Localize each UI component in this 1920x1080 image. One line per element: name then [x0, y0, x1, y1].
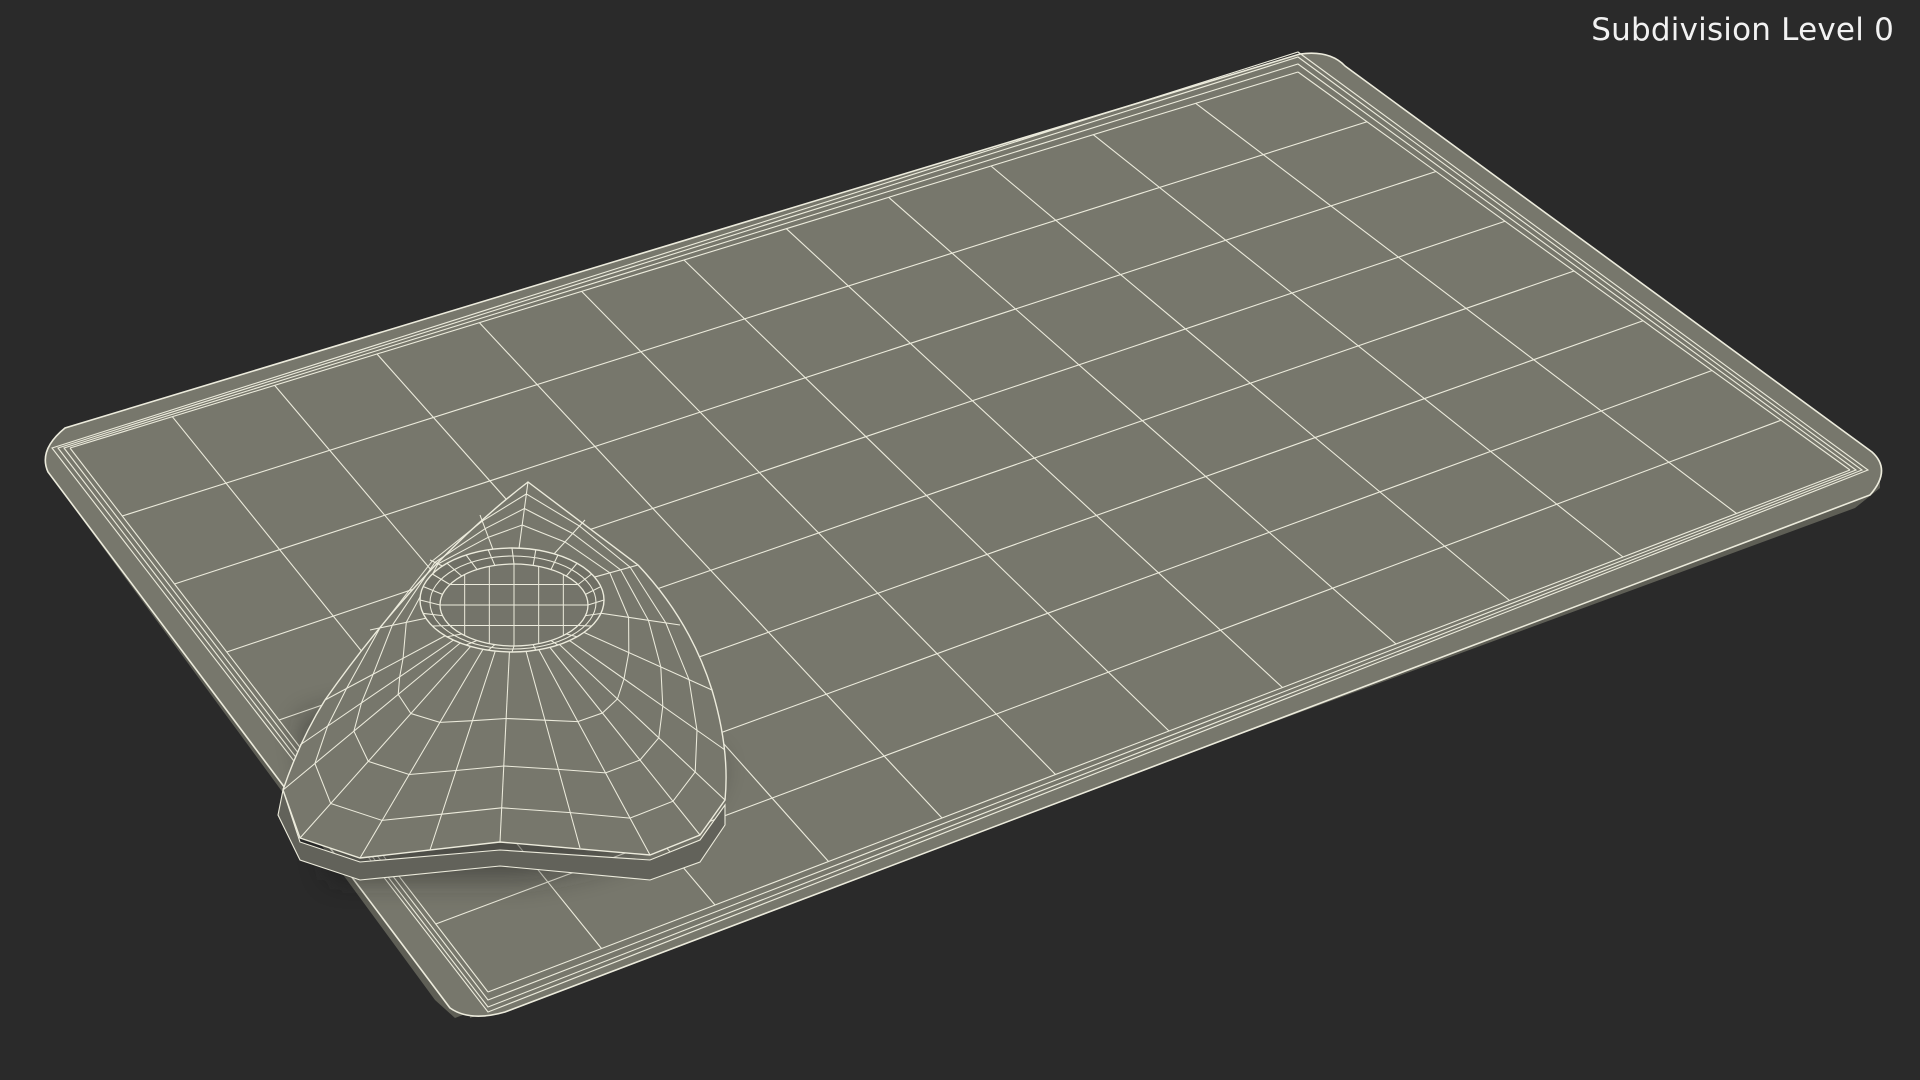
wireframe-scene: [44, 51, 1883, 1018]
3d-viewport[interactable]: Subdivision Level 0: [0, 0, 1920, 1080]
card-top-surface: [44, 52, 1883, 1017]
card-plate[interactable]: [44, 51, 1883, 1018]
subdivision-level-label: Subdivision Level 0: [1591, 12, 1894, 48]
